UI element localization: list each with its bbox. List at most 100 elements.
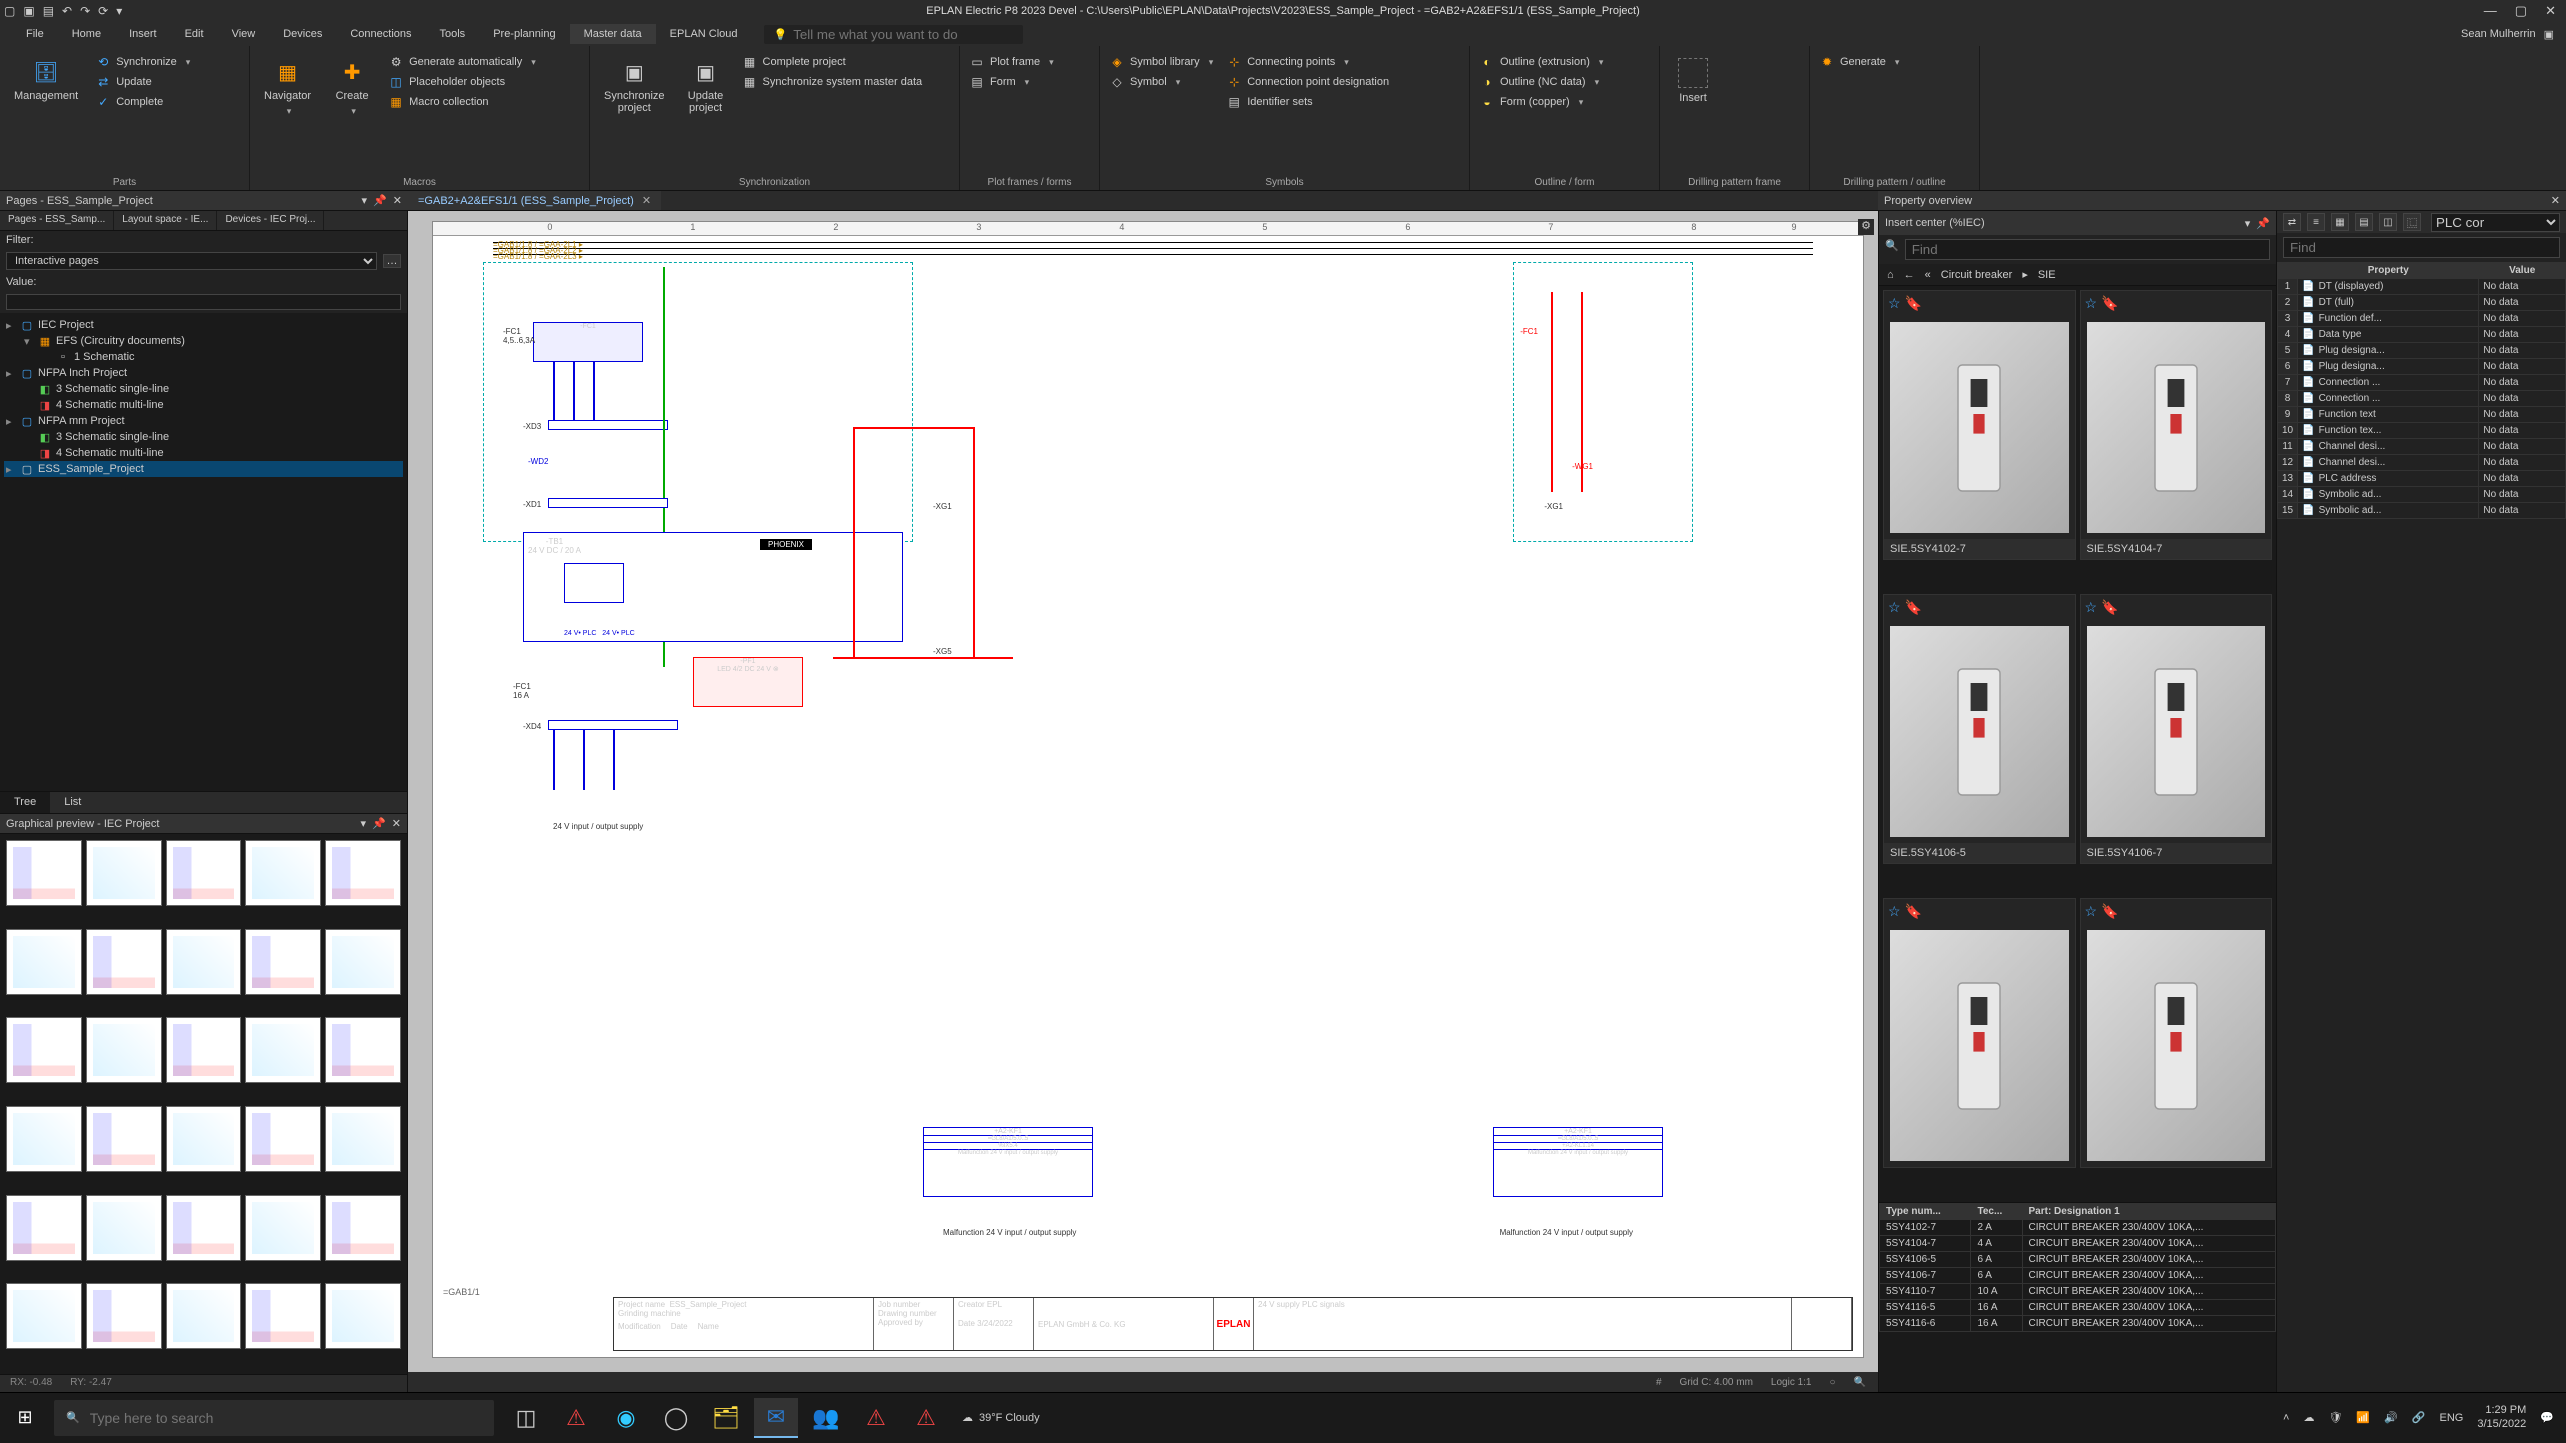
thumbnail[interactable] (6, 929, 82, 995)
star-icon[interactable]: ☆ (2085, 599, 2098, 616)
table-row[interactable]: 11📄Channel desi...No data (2278, 439, 2566, 455)
catalog-item[interactable]: ☆🔖 (2080, 898, 2273, 1168)
tellme-box[interactable]: 💡 (764, 25, 1024, 44)
table-row[interactable]: 7📄Connection ...No data (2278, 375, 2566, 391)
insert-pin-icon[interactable]: 📌 (2256, 217, 2270, 230)
catalog-item[interactable]: ☆🔖SIE.5SY4106-5 (1883, 594, 2076, 864)
table-row[interactable]: 9📄Function textNo data (2278, 407, 2566, 423)
subtab-layout[interactable]: Layout space - IE... (114, 211, 217, 230)
generate-button[interactable]: ✹Generate (1818, 54, 1901, 70)
prop-tool-5-icon[interactable]: ◫ (2379, 213, 2397, 231)
table-row[interactable]: 5SY4106-76 ACIRCUIT BREAKER 230/400V 10K… (1880, 1268, 2276, 1284)
thumbnail[interactable] (166, 1283, 242, 1349)
thumbnail[interactable] (86, 1283, 162, 1349)
table-row[interactable]: 5SY4110-710 ACIRCUIT BREAKER 230/400V 10… (1880, 1284, 2276, 1300)
device-pf1[interactable]: -PF1LED 4/2 DC 24 V ⊗ (693, 657, 803, 707)
tab-cloud[interactable]: EPLAN Cloud (656, 24, 752, 44)
drill-insert-button[interactable]: Insert (1668, 54, 1718, 108)
thumbnail[interactable] (245, 1106, 321, 1172)
thumbnail[interactable] (166, 1106, 242, 1172)
symbol-library-button[interactable]: ◈Symbol library (1108, 54, 1215, 70)
teams-icon[interactable]: 👥 (804, 1398, 848, 1438)
tab-preplanning[interactable]: Pre-planning (479, 24, 569, 44)
symbol-button[interactable]: ◇Symbol (1108, 74, 1215, 90)
insert-find-input[interactable] (1905, 239, 2270, 260)
user-name[interactable]: Sean Mulherrin (2461, 28, 2536, 40)
thumbnail[interactable] (86, 1106, 162, 1172)
table-row[interactable]: 5SY4116-516 ACIRCUIT BREAKER 230/400V 10… (1880, 1300, 2276, 1316)
catalog-item[interactable]: ☆🔖 (1883, 898, 2076, 1168)
taskbar-search[interactable]: 🔍 (54, 1400, 494, 1436)
tab-tree[interactable]: Tree (0, 792, 50, 813)
bookmark-icon[interactable]: 🔖 (2101, 903, 2118, 920)
thumbnail[interactable] (325, 1283, 401, 1349)
new-icon[interactable]: ▢ (4, 4, 15, 18)
macro-collection-button[interactable]: ▦Macro collection (387, 94, 538, 110)
redo-icon[interactable]: ↷ (80, 4, 90, 18)
table-row[interactable]: 2📄DT (full)No data (2278, 295, 2566, 311)
home-icon[interactable]: ⌂ (1887, 269, 1894, 281)
update-project-button[interactable]: ▣Update project (681, 54, 731, 118)
filter-more-button[interactable]: … (383, 254, 401, 268)
catalog-item[interactable]: ☆🔖SIE.5SY4104-7 (2080, 290, 2273, 560)
table-row[interactable]: 13📄PLC addressNo data (2278, 471, 2566, 487)
thumbnail[interactable] (6, 1195, 82, 1261)
crumb-2[interactable]: SIE (2038, 269, 2056, 281)
tree-sl3-in[interactable]: ◧3 Schematic single-line (22, 381, 403, 397)
bookmark-icon[interactable]: 🔖 (2101, 599, 2118, 616)
star-icon[interactable]: ☆ (1888, 295, 1901, 312)
crumb-1[interactable]: Circuit breaker (1941, 269, 2013, 281)
prop-find-input[interactable] (2283, 237, 2560, 258)
back-icon[interactable]: ← (1904, 269, 1915, 281)
form-copper-button[interactable]: ◒Form (copper) (1478, 94, 1605, 110)
table-row[interactable]: 5SY4116-616 ACIRCUIT BREAKER 230/400V 10… (1880, 1316, 2276, 1332)
tab-tools[interactable]: Tools (426, 24, 480, 44)
thumbnail[interactable] (86, 1195, 162, 1261)
prop-category-select[interactable]: PLC cor (2431, 213, 2560, 232)
complete-project-button[interactable]: ▦Complete project (741, 54, 925, 70)
chrome-icon[interactable]: ◯ (654, 1398, 698, 1438)
insert-dd-icon[interactable]: ▾ (2245, 217, 2251, 230)
prop-tool-1-icon[interactable]: ⇄ (2283, 213, 2301, 231)
thumbnail[interactable] (245, 1283, 321, 1349)
parts-management-button[interactable]: 🗄 Management (8, 54, 84, 106)
tree-sl3-mm[interactable]: ◧3 Schematic single-line (22, 429, 403, 445)
value-input[interactable] (6, 294, 401, 310)
filter-select[interactable]: Interactive pages (6, 252, 377, 270)
table-row[interactable]: 12📄Channel desi...No data (2278, 455, 2566, 471)
star-icon[interactable]: ☆ (1888, 599, 1901, 616)
table-row[interactable]: 8📄Connection ...No data (2278, 391, 2566, 407)
parts-table[interactable]: Type num... Tec... Part: Designation 1 5… (1879, 1202, 2276, 1392)
tab-edit[interactable]: Edit (171, 24, 218, 44)
plc-module-1[interactable]: +A2-KF1 =GL8/A1/5.0..5 %IX5.4 Malfunctio… (923, 1127, 1093, 1197)
tray-notifications-icon[interactable]: 💬 (2540, 1411, 2554, 1424)
maximize-icon[interactable]: ▢ (2515, 3, 2527, 19)
thumbnail[interactable] (325, 840, 401, 906)
thumbnail[interactable] (325, 1195, 401, 1261)
snap-icon[interactable]: ○ (1830, 1377, 1836, 1388)
open-icon[interactable]: ▣ (23, 4, 34, 18)
thumbnail[interactable] (245, 1195, 321, 1261)
thumbnail[interactable] (245, 840, 321, 906)
alert2-icon[interactable]: ⚠ (854, 1398, 898, 1438)
tab-file[interactable]: File (12, 24, 58, 44)
thumbnail[interactable] (166, 1017, 242, 1083)
table-row[interactable]: 5SY4102-72 ACIRCUIT BREAKER 230/400V 10K… (1880, 1220, 2276, 1236)
pages-tree[interactable]: ▸▢IEC Project ▾▦EFS (Circuitry documents… (0, 313, 407, 791)
thumbnail[interactable] (6, 1283, 82, 1349)
tray-link-icon[interactable]: 🔗 (2412, 1411, 2426, 1424)
ribbon-collapse-icon[interactable]: ▣ (2544, 28, 2554, 41)
tab-insert[interactable]: Insert (115, 24, 171, 44)
thumbnail[interactable] (245, 929, 321, 995)
bookmark-icon[interactable]: 🔖 (1905, 295, 1922, 312)
thumbnail[interactable] (86, 929, 162, 995)
identsets-button[interactable]: ▤Identifier sets (1225, 94, 1391, 110)
tellme-input[interactable] (793, 27, 1013, 42)
form-button[interactable]: ▤Form (968, 74, 1056, 90)
tree-efs[interactable]: ▾▦EFS (Circuitry documents) (22, 333, 403, 349)
macro-placeholder-button[interactable]: ◫Placeholder objects (387, 74, 538, 90)
thumbnail[interactable] (6, 840, 82, 906)
macro-navigator-button[interactable]: ▦Navigator (258, 54, 317, 121)
tree-iec[interactable]: ▸▢IEC Project (4, 317, 403, 333)
table-row[interactable]: 15📄Symbolic ad...No data (2278, 503, 2566, 519)
